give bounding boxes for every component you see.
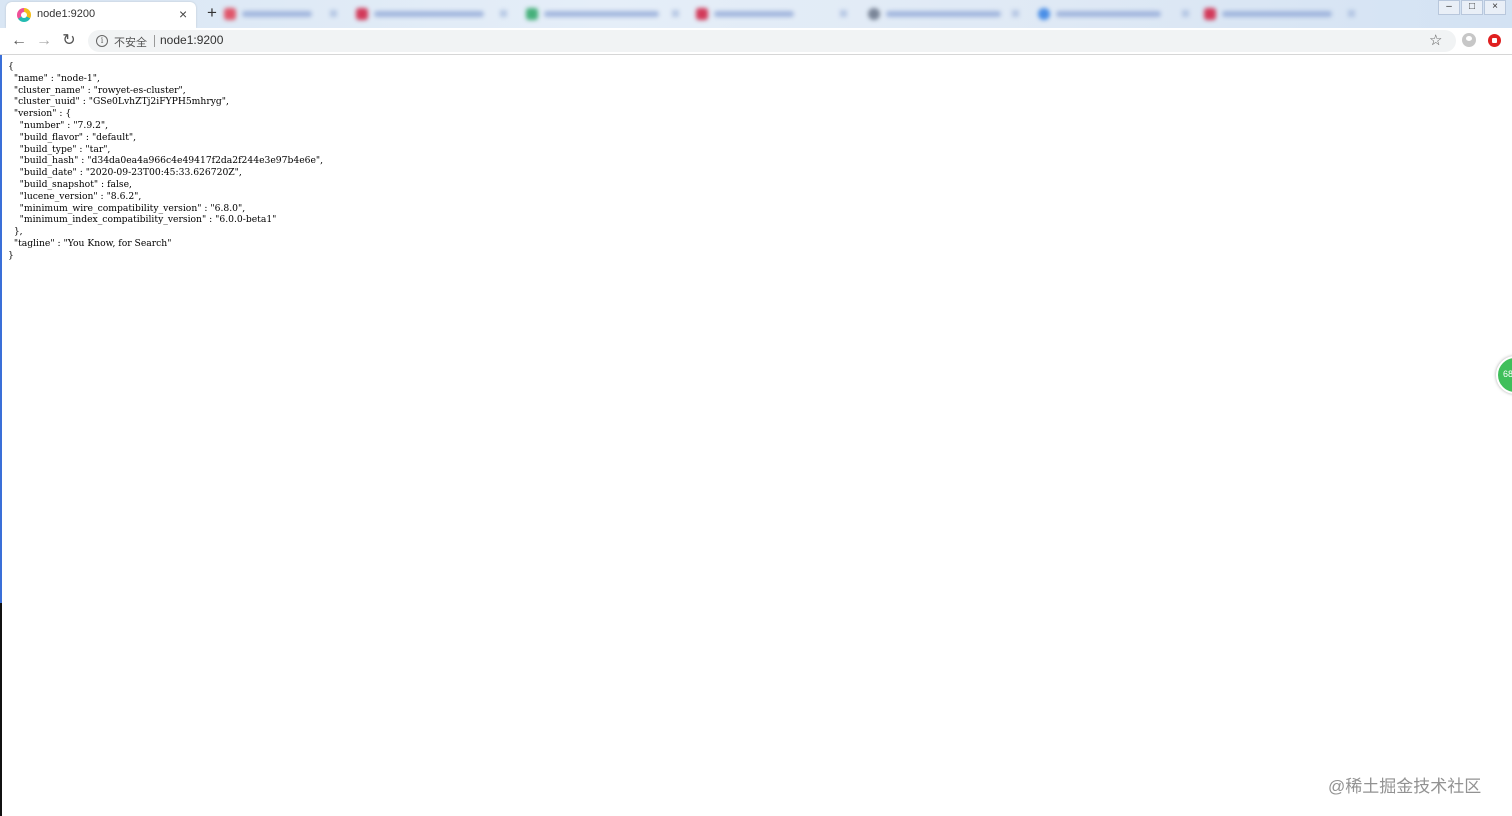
- floating-ball-widget[interactable]: 68: [1496, 356, 1512, 394]
- blurred-tab-title: [714, 11, 794, 17]
- browser-toolbar: ← → ↻ i 不安全 node1:9200 ☆: [0, 28, 1512, 55]
- background-tab[interactable]: [1198, 4, 1363, 24]
- tab-favicon-icon: [356, 8, 368, 20]
- blurred-tab-title: [374, 11, 484, 17]
- browser-window: node1:9200 × + – □ × ← → ↻ i 不安全 node1:9…: [0, 0, 1512, 816]
- tab-favicon-icon: [1038, 8, 1050, 20]
- blurred-tab-title: [1222, 11, 1332, 17]
- background-tab[interactable]: [862, 4, 1027, 24]
- blurred-tab-title: [544, 11, 659, 17]
- tab-strip: node1:9200 × + – □ ×: [0, 0, 1512, 28]
- tab-favicon-icon: [224, 8, 236, 20]
- tab-favicon-icon: [1204, 8, 1216, 20]
- tab-favicon-icon: [526, 8, 538, 20]
- tab-node1-9200[interactable]: node1:9200 ×: [6, 2, 196, 28]
- close-tab-icon: [840, 10, 847, 17]
- background-tab[interactable]: [520, 4, 685, 24]
- reload-button[interactable]: ↻: [59, 31, 79, 51]
- background-tab[interactable]: [690, 4, 855, 24]
- tab-favicon-icon: [696, 8, 708, 20]
- watermark: @稀土掘金技术社区: [1328, 777, 1482, 796]
- elastic-logo-icon: [17, 8, 31, 22]
- extension-icon[interactable]: [1488, 34, 1501, 47]
- url-text[interactable]: node1:9200: [160, 33, 223, 47]
- tab-favicon-icon: [868, 8, 880, 20]
- back-button[interactable]: ←: [9, 31, 29, 51]
- background-tab[interactable]: [350, 4, 515, 24]
- new-tab-button[interactable]: +: [207, 3, 217, 23]
- close-window-button[interactable]: ×: [1484, 0, 1506, 15]
- forward-button[interactable]: →: [34, 31, 54, 51]
- address-bar[interactable]: i 不安全 node1:9200 ☆: [88, 30, 1456, 52]
- background-tab[interactable]: [218, 4, 338, 24]
- security-status[interactable]: 不安全: [114, 34, 147, 50]
- maximize-button[interactable]: □: [1461, 0, 1483, 15]
- omnibox-divider: [154, 35, 155, 47]
- close-tab-icon: [1012, 10, 1019, 17]
- bookmark-star-icon[interactable]: ☆: [1429, 31, 1442, 49]
- desktop-edge-dark: [0, 603, 2, 816]
- info-icon[interactable]: i: [96, 35, 108, 47]
- floating-ball-value: 68: [1503, 369, 1512, 379]
- close-tab-icon: [330, 10, 337, 17]
- background-tab[interactable]: [1032, 4, 1197, 24]
- blurred-tab-title: [242, 11, 312, 17]
- json-response: { "name" : "node-1", "cluster_name" : "r…: [8, 61, 324, 261]
- close-tab-icon[interactable]: ×: [179, 5, 187, 23]
- close-tab-icon: [1182, 10, 1189, 17]
- tab-title: node1:9200: [37, 8, 96, 20]
- close-tab-icon: [500, 10, 507, 17]
- close-tab-icon: [672, 10, 679, 17]
- blurred-tab-title: [1056, 11, 1161, 17]
- window-controls: – □ ×: [1437, 0, 1506, 15]
- close-tab-icon: [1348, 10, 1355, 17]
- minimize-button[interactable]: –: [1438, 0, 1460, 15]
- profile-avatar-icon[interactable]: [1462, 33, 1476, 47]
- desktop-edge: [0, 0, 2, 603]
- blurred-tab-title: [886, 11, 1001, 17]
